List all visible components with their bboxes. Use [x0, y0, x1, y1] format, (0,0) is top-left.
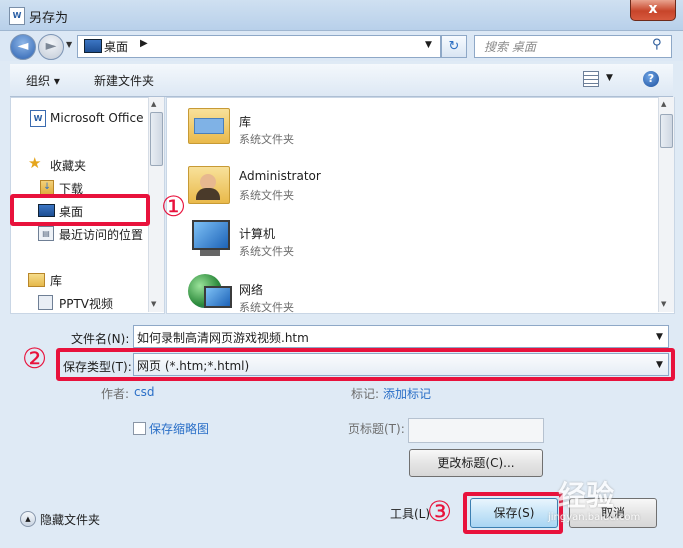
user-folder-icon — [186, 160, 230, 204]
organize-button[interactable]: 组织 ▾ — [26, 72, 60, 89]
file-name[interactable]: Administrator — [239, 169, 321, 183]
address-location[interactable]: 桌面 — [104, 38, 128, 55]
change-title-button[interactable]: 更改标题(C)... — [409, 449, 543, 477]
tags-label: 标记: — [351, 387, 380, 401]
collapse-arrow-icon[interactable]: ▲ — [20, 511, 36, 527]
nav-item-pptv-videos[interactable]: PPTV视频 — [59, 295, 113, 312]
video-folder-icon — [38, 295, 53, 310]
download-icon: ↓ — [40, 180, 54, 195]
desktop-icon — [84, 39, 102, 53]
new-folder-button[interactable]: 新建文件夹 — [94, 72, 154, 89]
forward-button[interactable]: ► — [38, 34, 64, 60]
help-icon[interactable]: ? — [643, 71, 659, 87]
file-name[interactable]: 网络 — [239, 281, 263, 298]
title-bar — [0, 0, 683, 31]
annotation-box-savetype — [56, 348, 675, 381]
recent-places-icon: ▤ — [38, 226, 54, 241]
library-folder-icon — [186, 104, 230, 144]
file-list-scrollbar-thumb[interactable] — [660, 114, 673, 148]
filename-dropdown-icon[interactable]: ▼ — [656, 332, 663, 342]
close-button[interactable]: x — [630, 0, 676, 21]
file-name[interactable]: 库 — [239, 113, 251, 130]
scroll-down-icon[interactable]: ▼ — [151, 300, 156, 308]
back-button[interactable]: ◄ — [10, 34, 36, 60]
address-dropdown-icon[interactable]: ▼ — [425, 40, 432, 50]
library-icon — [28, 273, 45, 287]
recent-pages-dropdown-icon[interactable]: ▼ — [66, 40, 72, 49]
filename-value[interactable]: 如何录制高清网页游戏视频.htm — [137, 329, 309, 346]
page-title-label: 页标题(T): — [348, 422, 405, 436]
annotation-number-2: ② — [22, 342, 48, 375]
nav-item-recent-places[interactable]: 最近访问的位置 — [59, 226, 143, 243]
watermark-logo: 经验 — [558, 479, 615, 512]
file-type: 系统文件夹 — [239, 189, 294, 202]
file-type: 系统文件夹 — [239, 301, 294, 314]
nav-scrollbar-thumb[interactable] — [150, 112, 163, 166]
office-icon: W — [30, 110, 46, 127]
author-value[interactable]: csd — [134, 385, 154, 399]
filename-label: 文件名(N): — [71, 332, 130, 346]
hide-folders-button[interactable]: 隐藏文件夹 — [40, 511, 100, 528]
nav-item-microsoft-office[interactable]: Microsoft Office — [50, 111, 143, 125]
annotation-number-3: ③ — [427, 495, 453, 528]
search-placeholder: 搜索 桌面 — [484, 40, 536, 54]
tags-value[interactable]: 添加标记 — [383, 385, 431, 402]
page-title-input[interactable] — [408, 418, 544, 443]
tools-button[interactable]: 工具(L) — [390, 505, 430, 522]
file-type: 系统文件夹 — [239, 133, 294, 146]
refresh-button[interactable]: ↻ — [441, 35, 467, 58]
search-icon[interactable]: ⚲ — [652, 37, 662, 52]
address-bar[interactable] — [77, 35, 441, 58]
file-name[interactable]: 计算机 — [239, 225, 275, 242]
nav-item-favorites[interactable]: 收藏夹 — [50, 157, 86, 174]
annotation-box-desktop — [10, 194, 150, 226]
watermark-url: jingyan.baidu.com — [548, 512, 641, 523]
save-thumbnail-checkbox[interactable] — [133, 422, 146, 435]
network-icon — [186, 272, 232, 310]
chevron-right-icon[interactable]: ▶ — [140, 38, 148, 49]
nav-item-libraries[interactable]: 库 — [50, 272, 62, 289]
document-icon: W — [9, 7, 25, 25]
computer-icon — [186, 218, 230, 260]
star-icon: ★ — [28, 154, 42, 172]
view-dropdown-icon[interactable]: ▼ — [606, 73, 613, 83]
view-options-icon[interactable] — [583, 71, 599, 87]
file-type: 系统文件夹 — [239, 245, 294, 258]
scroll-down-icon[interactable]: ▼ — [661, 300, 666, 308]
annotation-number-1: ① — [161, 190, 187, 223]
author-label: 作者: — [101, 387, 130, 401]
scroll-up-icon[interactable]: ▲ — [661, 100, 666, 108]
save-thumbnail-label[interactable]: 保存缩略图 — [149, 420, 209, 437]
scroll-up-icon[interactable]: ▲ — [151, 100, 156, 108]
window-title: 另存为 — [29, 11, 69, 26]
